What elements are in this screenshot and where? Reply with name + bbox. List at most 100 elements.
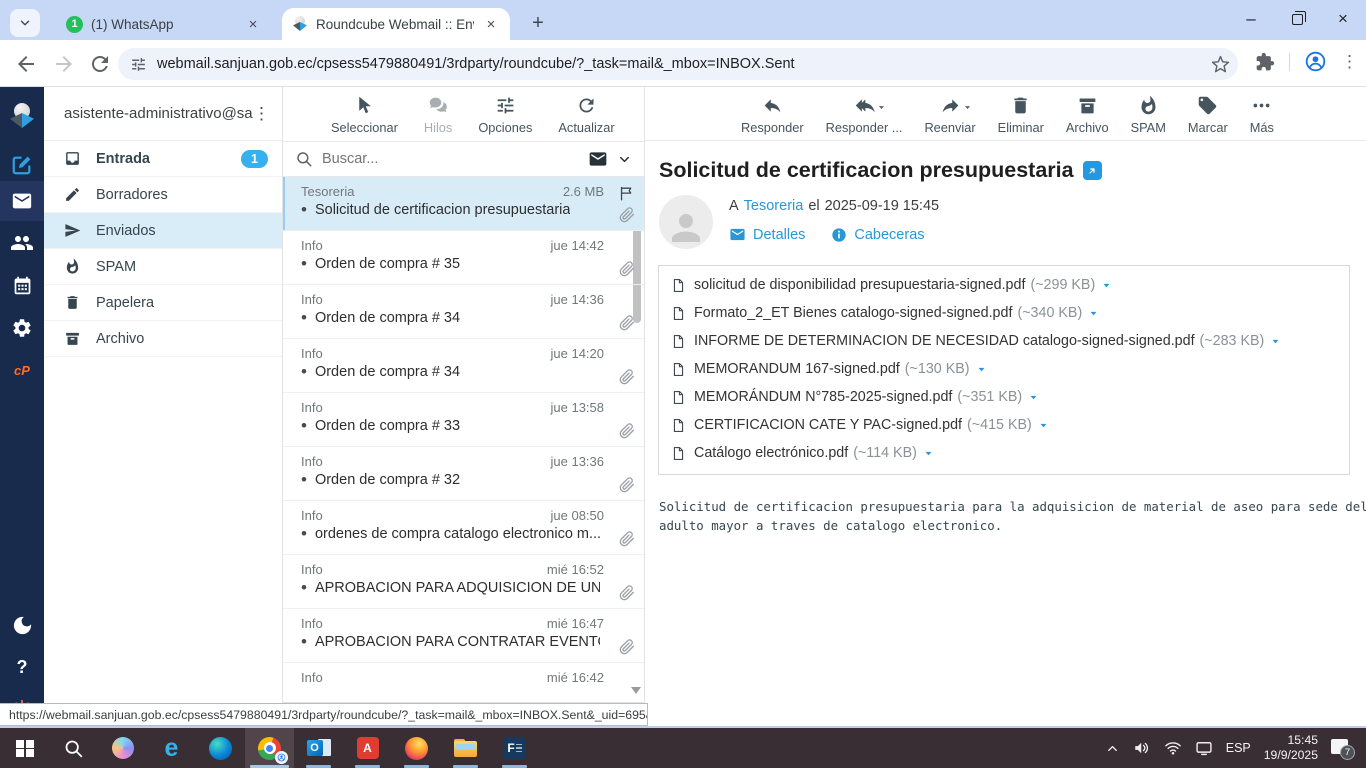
sidebar-item-spam[interactable]: SPAM [44,249,282,285]
sidebar-item-drafts[interactable]: Borradores [44,177,282,213]
forward-button[interactable] [52,52,76,76]
list-item[interactable]: Info jue 08:50 • ordenes de compra catal… [283,501,644,555]
cpanel-logo[interactable]: cP [0,350,44,390]
profile-avatar-icon[interactable] [1304,50,1327,73]
language-indicator[interactable]: ESP [1226,741,1251,755]
dropdown-caret-icon[interactable] [962,102,973,113]
outlook-button[interactable]: O [294,728,343,768]
calendar-nav-button[interactable] [0,265,44,305]
minimize-button[interactable]: – [1228,0,1274,38]
acrobat-button[interactable]: A [343,728,392,768]
tab-search-button[interactable] [10,9,40,37]
attachment-link[interactable]: MEMORANDUM 167-signed.pdf (~130 KB) [671,355,988,383]
copilot-button[interactable] [98,728,147,768]
close-tab-icon[interactable]: × [244,15,262,33]
edge-button[interactable] [196,728,245,768]
archive-button[interactable]: Archivo [1066,95,1109,135]
more-button[interactable]: Más [1250,95,1274,135]
bookmark-star-icon[interactable] [1211,55,1230,74]
close-window-button[interactable]: × [1320,0,1366,38]
attachment-link[interactable]: Catálogo electrónico.pdf (~114 KB) [671,439,935,467]
reload-button[interactable] [88,52,112,76]
sidebar-item-trash[interactable]: Papelera [44,285,282,321]
download-caret-icon[interactable] [975,363,988,376]
tab-roundcube[interactable]: Roundcube Webmail :: Enviados × [282,8,510,40]
clock[interactable]: 15:45 19/9/2025 [1264,733,1318,763]
recipient-link[interactable]: Tesoreria [744,198,804,214]
flag-icon[interactable] [618,185,635,202]
download-caret-icon[interactable] [1100,279,1113,292]
list-item[interactable]: Info mié 16:52 • APROBACION PARA ADQUISI… [283,555,644,609]
details-link[interactable]: Detalles [729,226,805,243]
search-scope-icon[interactable] [588,149,608,169]
search-options-chevron-icon[interactable] [617,152,632,167]
reply-all-button[interactable]: Responder ... [826,95,902,135]
select-button[interactable]: Seleccionar [331,95,398,135]
wifi-icon[interactable] [1164,739,1182,757]
extensions-icon[interactable] [1255,52,1275,72]
sidebar-item-archive[interactable]: Archivo [44,321,282,357]
attachment-link[interactable]: CERTIFICACION CATE Y PAC-signed.pdf (~41… [671,411,1050,439]
tab-whatsapp[interactable]: 1 (1) WhatsApp × [56,8,272,40]
open-in-new-window-button[interactable] [1082,161,1102,180]
list-item[interactable]: Info jue 14:42 • Orden de compra # 35 [283,231,644,285]
back-button[interactable] [14,52,38,76]
compose-button[interactable] [0,145,44,185]
search-input[interactable] [322,151,579,167]
list-item[interactable]: Info jue 13:58 • Orden de compra # 33 [283,393,644,447]
notification-center-button[interactable]: 7 [1331,738,1355,760]
message-sender: Info [301,508,323,523]
download-caret-icon[interactable] [1269,335,1282,348]
mark-button[interactable]: Marcar [1188,95,1228,135]
start-button[interactable] [0,728,49,768]
file-explorer-button[interactable] [441,728,490,768]
attachment-link[interactable]: Formato_2_ET Bienes catalogo-signed-sign… [671,299,1100,327]
list-item[interactable]: Info jue 13:36 • Orden de compra # 32 [283,447,644,501]
site-settings-icon[interactable] [130,56,147,73]
restore-button[interactable] [1274,0,1320,38]
help-button[interactable]: ? [0,647,44,687]
spam-button[interactable]: SPAM [1131,95,1166,135]
download-caret-icon[interactable] [1037,419,1050,432]
f-app-button[interactable]: F [490,728,539,768]
mail-nav-button[interactable] [0,181,44,221]
headers-link[interactable]: Cabeceras [831,227,925,243]
forward-button[interactable]: Reenviar [924,95,976,135]
browser-menu-icon[interactable]: ⋮ [1341,52,1358,72]
address-bar[interactable]: webmail.sanjuan.gob.ec/cpsess5479880491/… [118,48,1238,80]
dropdown-caret-icon[interactable] [876,102,887,113]
folder-menu-icon[interactable]: ⋮ [253,104,270,124]
list-item[interactable]: Info jue 14:36 • Orden de compra # 34 [283,285,644,339]
options-button[interactable]: Opciones [478,95,532,135]
taskbar-search-button[interactable] [49,728,98,768]
volume-icon[interactable] [1133,739,1151,757]
firefox-button[interactable] [392,728,441,768]
list-item[interactable]: Info jue 14:20 • Orden de compra # 34 [283,339,644,393]
message-date: jue 08:50 [550,508,605,523]
delete-button[interactable]: Eliminar [998,95,1044,135]
message-sender: Info [301,562,323,577]
sidebar-item-inbox[interactable]: Entrada 1 [44,141,282,177]
dark-mode-button[interactable] [0,605,44,645]
sidebar-item-sent[interactable]: Enviados [44,213,282,249]
reply-button[interactable]: Responder [741,95,804,135]
download-caret-icon[interactable] [1087,307,1100,320]
new-tab-button[interactable]: + [524,9,552,37]
list-item[interactable]: Info mié 16:42 • [283,663,644,702]
close-tab-icon[interactable]: × [482,15,500,33]
list-item[interactable]: Info mié 16:47 • APROBACION PARA CONTRAT… [283,609,644,663]
download-caret-icon[interactable] [922,447,935,460]
list-item[interactable]: Tesoreria 2.6 MB • Solicitud de certific… [283,177,644,231]
display-icon[interactable] [1195,739,1213,757]
internet-explorer-button[interactable]: e [147,728,196,768]
settings-nav-button[interactable] [0,308,44,348]
download-caret-icon[interactable] [1027,391,1040,404]
chrome-button[interactable] [245,728,294,768]
tray-expand-chevron-icon[interactable] [1105,741,1120,756]
threads-button[interactable]: Hilos [424,95,452,135]
refresh-button[interactable]: Actualizar [558,95,615,135]
attachment-link[interactable]: solicitud de disponibilidad presupuestar… [671,271,1113,299]
contacts-nav-button[interactable] [0,223,44,263]
attachment-link[interactable]: INFORME DE DETERMINACION DE NECESIDAD ca… [671,327,1282,355]
attachment-link[interactable]: MEMORÁNDUM N°785-2025-signed.pdf (~351 K… [671,383,1040,411]
